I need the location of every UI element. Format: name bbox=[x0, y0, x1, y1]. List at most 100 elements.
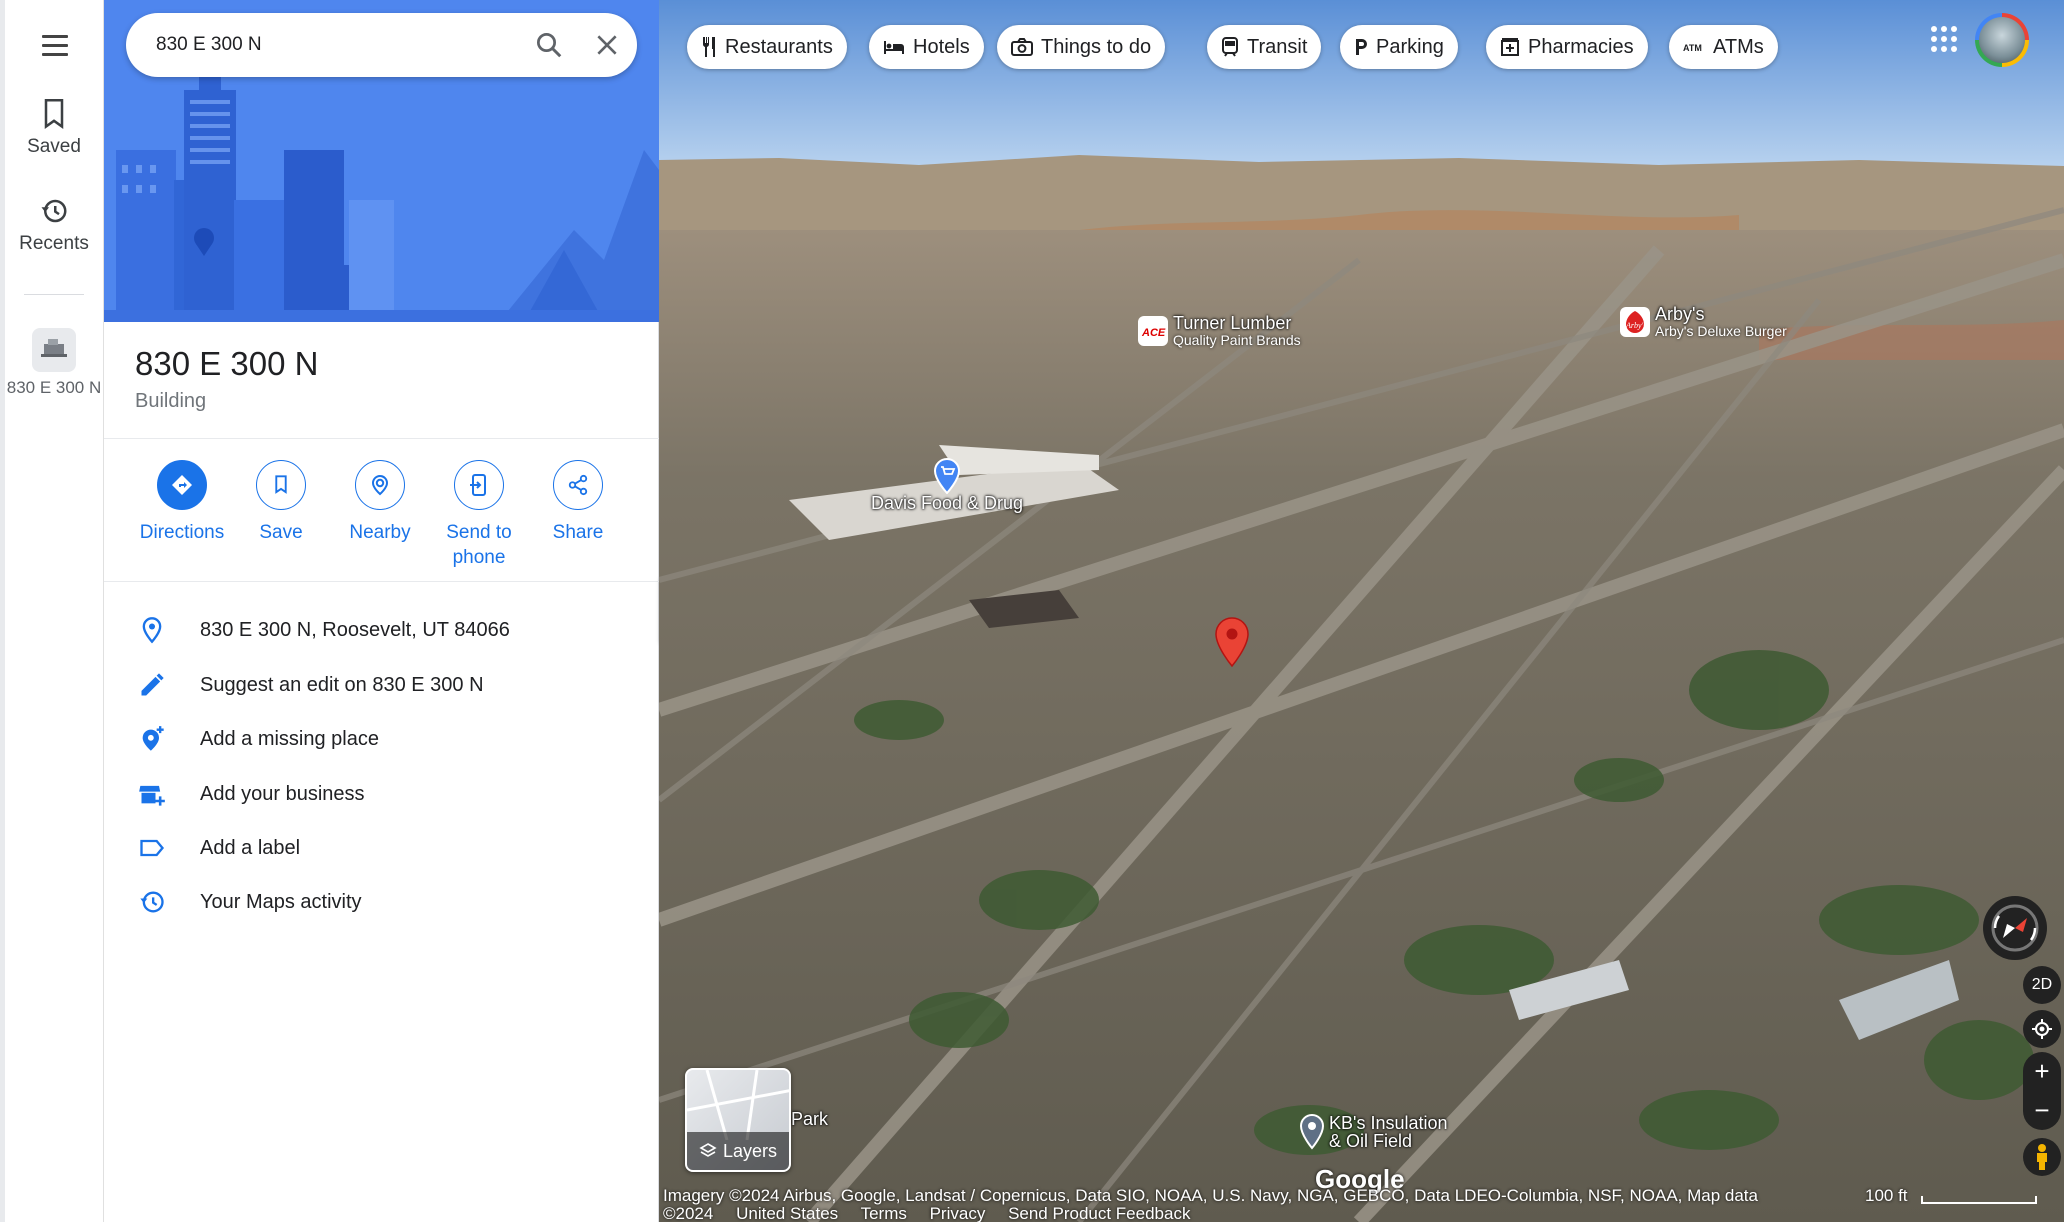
rail-divider bbox=[24, 294, 84, 295]
camera-icon bbox=[1011, 38, 1033, 56]
chip-pharmacies[interactable]: Pharmacies bbox=[1486, 25, 1648, 69]
account-avatar[interactable] bbox=[1975, 13, 2029, 67]
saved-label: Saved bbox=[27, 136, 81, 157]
share-button[interactable]: Share bbox=[528, 460, 628, 545]
recent-place-label: 830 E 300 N bbox=[6, 378, 102, 397]
chip-restaurants[interactable]: Restaurants bbox=[687, 25, 847, 69]
chip-parking[interactable]: Parking bbox=[1340, 25, 1458, 69]
history-icon bbox=[140, 891, 164, 913]
selected-location-pin-icon[interactable] bbox=[1213, 616, 1251, 668]
footer-link-terms[interactable]: Terms bbox=[861, 1204, 907, 1222]
save-button[interactable]: Save bbox=[231, 460, 331, 545]
add-place-icon bbox=[142, 726, 164, 751]
action-bar: Directions Save Nearby Send to phone Sha… bbox=[104, 460, 659, 580]
share-icon bbox=[553, 460, 603, 510]
zoom-control: + − bbox=[2023, 1052, 2061, 1130]
label-icon bbox=[140, 839, 165, 857]
chip-transit[interactable]: Transit bbox=[1207, 25, 1322, 69]
send-to-phone-icon bbox=[454, 460, 504, 510]
recents-button[interactable]: Recents bbox=[5, 195, 103, 255]
tilt-2d-button[interactable]: 2D bbox=[2023, 966, 2061, 1004]
footer-link-feedback[interactable]: Send Product Feedback bbox=[1008, 1204, 1190, 1222]
suggest-edit-row[interactable]: Suggest an edit on 830 E 300 N bbox=[104, 660, 659, 710]
map-canvas[interactable]: Restaurants Hotels Things to do Transit … bbox=[659, 0, 2064, 1222]
layers-map-preview bbox=[687, 1070, 789, 1141]
satellite-imagery bbox=[659, 0, 2064, 1222]
chip-label: Pharmacies bbox=[1528, 35, 1634, 58]
send-to-phone-label: Send to phone bbox=[446, 522, 512, 568]
chip-label: ATMs bbox=[1713, 35, 1764, 58]
share-label: Share bbox=[552, 522, 604, 543]
atm-icon: ATM bbox=[1683, 43, 1702, 53]
poi-park[interactable]: Park bbox=[791, 1110, 828, 1128]
bookmark-icon bbox=[44, 99, 64, 130]
search-box[interactable] bbox=[126, 13, 637, 77]
footer-link-privacy[interactable]: Privacy bbox=[930, 1204, 986, 1222]
my-location-button[interactable] bbox=[2023, 1010, 2061, 1048]
poi-turner-lumber[interactable]: ACE Turner Lumber Quality Paint Brands bbox=[1137, 314, 1301, 348]
search-icon[interactable] bbox=[534, 30, 564, 60]
svg-text:ACE: ACE bbox=[1141, 327, 1166, 339]
chip-hotels[interactable]: Hotels bbox=[869, 25, 984, 69]
place-hero-illustration bbox=[104, 0, 659, 322]
recents-label: Recents bbox=[19, 233, 89, 254]
suggest-edit-text: Suggest an edit on 830 E 300 N bbox=[200, 674, 484, 696]
imagery-attribution: Imagery ©2024 Airbus, Google, Landsat / … bbox=[663, 1186, 1758, 1205]
poi-kbs-insulation[interactable]: KB's Insulation & Oil Field bbox=[1299, 1114, 1448, 1150]
search-input[interactable] bbox=[156, 27, 486, 63]
chip-atms[interactable]: ATM ATMs bbox=[1669, 25, 1778, 69]
layers-label-bar: Layers bbox=[687, 1132, 789, 1170]
maps-activity-text: Your Maps activity bbox=[200, 891, 362, 913]
send-to-phone-button[interactable]: Send to phone bbox=[429, 460, 529, 570]
menu-icon[interactable] bbox=[30, 26, 78, 66]
add-business-icon bbox=[139, 785, 165, 806]
scale-label[interactable]: 100 ft bbox=[1865, 1186, 1908, 1206]
poi-name: Davis Food & Drug bbox=[871, 493, 1024, 513]
window-edge bbox=[0, 0, 5, 1222]
copyright-year: ©2024 bbox=[663, 1204, 714, 1222]
address-row[interactable]: 830 E 300 N, Roosevelt, UT 84066 bbox=[104, 605, 659, 655]
layers-icon bbox=[699, 1143, 717, 1157]
chip-things-to-do[interactable]: Things to do bbox=[997, 25, 1166, 69]
close-icon[interactable] bbox=[594, 32, 620, 58]
poi-name: Arby's bbox=[1655, 304, 1705, 324]
add-label-row[interactable]: Add a label bbox=[104, 823, 659, 873]
poi-subtitle: & Oil Field bbox=[1329, 1131, 1413, 1151]
building-thumbnail-icon bbox=[32, 328, 76, 372]
layers-label: Layers bbox=[722, 1140, 778, 1161]
zoom-out-button[interactable]: − bbox=[2023, 1091, 2061, 1130]
chip-label: Restaurants bbox=[725, 35, 833, 58]
poi-subtitle: Arby's Deluxe Burger bbox=[1655, 323, 1787, 339]
saved-button[interactable]: Saved bbox=[5, 98, 103, 158]
layers-button[interactable]: Layers bbox=[685, 1068, 791, 1172]
poi-arbys[interactable]: Arby's Arby's Arby's Deluxe Burger bbox=[1619, 305, 1787, 339]
pencil-icon bbox=[141, 673, 164, 696]
maps-app: Saved Recents 830 E 300 N 830 E 300 N 83… bbox=[0, 0, 2064, 1222]
add-missing-place-row[interactable]: Add a missing place bbox=[104, 714, 659, 764]
history-icon bbox=[41, 199, 67, 223]
chip-label: Things to do bbox=[1041, 35, 1152, 58]
nearby-button[interactable]: Nearby bbox=[330, 460, 430, 545]
add-business-row[interactable]: Add your business bbox=[104, 769, 659, 819]
directions-button[interactable]: Directions bbox=[132, 460, 232, 545]
street-view-pegman-button[interactable] bbox=[2023, 1138, 2061, 1176]
add-missing-place-text: Add a missing place bbox=[200, 728, 379, 750]
recent-place-item[interactable]: 830 E 300 N bbox=[5, 328, 103, 398]
poi-name: Park bbox=[791, 1109, 829, 1129]
compass-icon bbox=[1991, 904, 2039, 952]
maps-activity-row[interactable]: Your Maps activity bbox=[104, 877, 659, 927]
svg-text:ATM: ATM bbox=[1683, 43, 1702, 53]
poi-davis-food-drug[interactable]: Davis Food & Drug bbox=[871, 458, 1023, 512]
location-pin-icon bbox=[142, 617, 162, 644]
left-rail: Saved Recents 830 E 300 N bbox=[0, 0, 104, 1222]
apps-grid-icon[interactable] bbox=[1929, 24, 1959, 54]
compass-button[interactable] bbox=[1983, 896, 2047, 960]
footer-link-country[interactable]: United States bbox=[736, 1204, 838, 1222]
chip-label: Transit bbox=[1247, 35, 1308, 58]
divider bbox=[104, 438, 659, 439]
nearby-icon bbox=[355, 460, 405, 510]
hotel-icon bbox=[884, 41, 904, 54]
zoom-in-button[interactable]: + bbox=[2023, 1052, 2061, 1091]
arbys-logo: Arby's bbox=[1620, 307, 1650, 337]
ace-hardware-logo: ACE bbox=[1138, 316, 1168, 346]
